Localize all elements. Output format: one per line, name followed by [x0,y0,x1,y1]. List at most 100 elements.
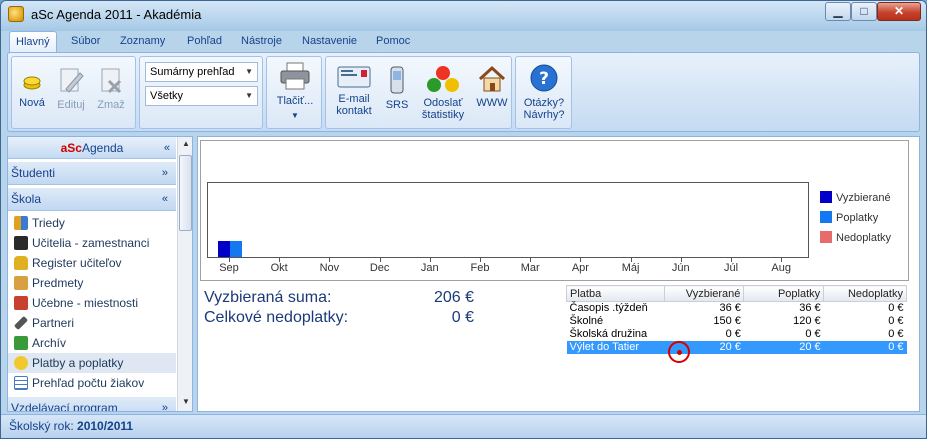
cell-payment: Školné [569,315,604,327]
legend-swatch [820,191,832,203]
sidebar-item-label: Archív [32,336,67,350]
tab-pohlad[interactable]: Pohľad [181,31,228,53]
tab-nastavenie[interactable]: Nastavenie [296,31,363,53]
sidebar-item-archive[interactable]: Archív [8,333,176,353]
delete-icon [101,68,122,94]
legend-swatch [820,231,832,243]
sidebar-item-label: Predmety [32,276,84,290]
table-row[interactable]: Časopis .týždeň 36 € 36 € 0 € [567,302,907,316]
scroll-thumb[interactable] [179,155,192,231]
chevron-down-icon: ▼ [245,67,253,76]
stats-label-1: Odoslať [423,97,463,109]
sidebar-item-classrooms[interactable]: Učebne - miestnosti [8,293,176,313]
chevron-down-icon: ▼ [245,91,253,100]
x-tick-label: Dec [369,262,390,274]
sidebar-item-subjects[interactable]: Predmety [8,273,176,293]
view-select[interactable]: Sumárny prehľad ▼ [145,62,258,82]
help-label-1: Otázky? [523,97,565,109]
stats-label-2: štatistiky [421,109,465,121]
filter-select[interactable]: Všetky ▼ [145,86,258,106]
section-students[interactable]: Študenti » [8,161,176,185]
maximize-button[interactable]: □ [851,2,877,21]
sidebar-item-label: Triedy [32,216,65,230]
www-button[interactable]: WWW [476,65,508,109]
sidebar-item-label: Platby a poplatky [32,356,124,370]
x-tick-label: Máj [621,262,640,274]
app-window: aSc Agenda 2011 - Akadémia ▁ □ ✕ Hlavný … [0,0,927,439]
bar-vyzbierané [218,241,230,257]
cell-collected: 150 € [713,315,741,327]
expand-chevron-icon: » [161,402,168,412]
sidebar-item-classes[interactable]: Triedy [8,213,176,233]
edit-button[interactable]: Edituj [56,67,86,111]
send-stats-button[interactable]: Odoslať štatistiky [418,65,468,121]
column-header-arrears[interactable]: Nedoplatky [823,285,907,302]
table-row[interactable]: Školné 150 € 120 € 0 € [567,315,907,328]
scroll-down-icon[interactable]: ▼ [180,397,192,409]
cell-payment: Školská družina [569,328,648,340]
ribbon-group-view: Sumárny prehľad ▼ Všetky ▼ [139,56,263,129]
tab-hlavny[interactable]: Hlavný [9,31,57,53]
section-school[interactable]: Škola « [8,187,176,211]
section-school-label: Škola [11,192,42,206]
minimize-button[interactable]: ▁ [825,2,851,21]
chart-plot-area [207,182,809,258]
table-row[interactable]: Školská družina 0 € 0 € 0 € [567,328,907,341]
cell-arrears: 0 € [888,315,904,327]
printer-icon [280,62,310,90]
close-button[interactable]: ✕ [877,2,921,21]
sidebar-item-payments[interactable]: Platby a poplatky [8,353,176,373]
column-header-collected[interactable]: Vyzbierané [663,285,745,302]
column-header-fees[interactable]: Poplatky [743,285,825,302]
pen-icon [13,315,29,331]
tab-nastroje[interactable]: Nástroje [235,31,288,53]
column-header-payment[interactable]: Platba [566,285,665,302]
status-bar: Školský rok: 2010/2011 [1,414,926,438]
brand-agenda: Agenda [81,141,124,155]
x-tick [680,258,682,262]
arrears-label: Celkové nedoplatky: [204,309,349,326]
help-icon: ? [530,64,558,92]
x-tick [781,258,783,262]
new-button[interactable]: Nová [17,71,47,109]
sidebar-item-partners[interactable]: Partneri [8,313,176,333]
new-label: Nová [19,97,45,109]
app-icon [8,6,24,22]
nav-scrollbar[interactable]: ▲ ▼ [177,137,192,411]
print-label: Tlačiť... [276,95,314,107]
x-tick [429,258,431,262]
tab-pomoc[interactable]: Pomoc [370,31,416,53]
print-button[interactable]: Tlačiť... ▼ [273,61,317,122]
coins-icon [14,356,28,370]
scroll-up-icon[interactable]: ▲ [180,139,192,151]
legend-entry: Poplatky [820,211,878,224]
archive-icon [14,336,28,350]
tab-zoznamy[interactable]: Zoznamy [114,31,171,53]
legend-entry: Nedoplatky [820,231,891,244]
tab-subor[interactable]: Súbor [65,31,106,53]
section-program-label: Vzdelávací program [11,401,118,412]
collapse-pane-icon[interactable]: « [164,137,170,159]
sidebar-item-teacher-register[interactable]: Register učiteľov [8,253,176,273]
ribbon-group-print: Tlačiť... ▼ [266,56,322,129]
sidebar-item-student-counts[interactable]: Prehľad počtu žiakov [8,373,176,393]
email-contact-button[interactable]: E-mail kontakt [333,65,375,117]
sidebar-item-label: Partneri [32,316,75,330]
sidebar-item-teachers[interactable]: Učitelia - zamestnanci [8,233,176,253]
print-dropdown-icon: ▼ [291,111,299,120]
section-program[interactable]: Vzdelávací program » [8,396,176,412]
x-tick [580,258,582,262]
srs-button[interactable]: SRS [382,65,412,111]
delete-button[interactable]: Zmaž [96,67,126,111]
cell-fees: 0 € [805,328,821,340]
help-button[interactable]: ? Otázky? Návrhy? [520,63,568,121]
teacher-icon [14,236,28,250]
cell-arrears: 0 € [888,302,904,314]
title-bar: aSc Agenda 2011 - Akadémia ▁ □ ✕ [1,1,926,29]
expand-chevron-icon: » [161,167,168,179]
cell-fees: 120 € [793,315,821,327]
table-icon [14,376,28,390]
x-tick-label: Jún [671,262,690,274]
table-row-selected[interactable]: Výlet do Tatier 20 € 20 € 0 € [566,341,907,354]
ribbon: Nová Edituj Zmaž Sumárny prehľad ▼ Všetk… [7,52,920,132]
